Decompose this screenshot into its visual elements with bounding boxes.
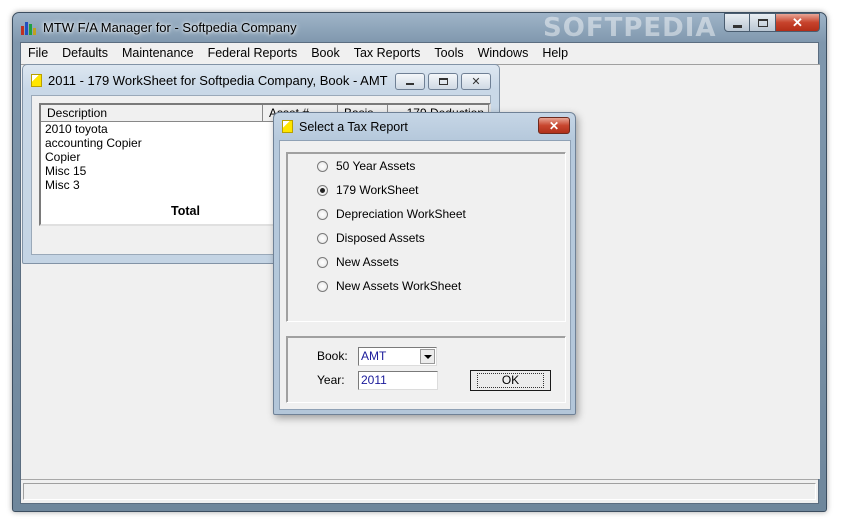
- close-icon: ✕: [548, 118, 560, 133]
- close-icon: ✕: [792, 14, 803, 30]
- book-dropdown-button[interactable]: [420, 349, 435, 364]
- option-depreciation-worksheet[interactable]: Depreciation WorkSheet: [317, 206, 466, 222]
- main-window-title: MTW F/A Manager for - Softpedia Company: [43, 20, 297, 35]
- document-icon: [282, 120, 293, 133]
- minimize-icon: [732, 24, 742, 28]
- menu-tax-reports[interactable]: Tax Reports: [347, 46, 428, 60]
- menu-defaults[interactable]: Defaults: [55, 46, 115, 60]
- option-50-year-assets[interactable]: 50 Year Assets: [317, 158, 415, 174]
- worksheet-title: 2011 - 179 WorkSheet for Softpedia Compa…: [48, 73, 388, 88]
- option-label: Disposed Assets: [336, 231, 425, 245]
- year-input[interactable]: 2011: [358, 371, 438, 390]
- radio-button[interactable]: [317, 256, 328, 268]
- menu-file[interactable]: File: [21, 46, 55, 60]
- option-179-worksheet[interactable]: 179 WorkSheet: [317, 182, 419, 198]
- close-icon: ✕: [471, 76, 481, 88]
- minimize-button[interactable]: [724, 13, 750, 32]
- menu-bar: File Defaults Maintenance Federal Report…: [21, 43, 818, 63]
- chevron-down-icon: [423, 354, 432, 359]
- menu-book[interactable]: Book: [304, 46, 347, 60]
- maximize-button[interactable]: [750, 13, 776, 32]
- radio-button-selected[interactable]: [317, 184, 328, 196]
- worksheet-title-bar[interactable]: 2011 - 179 WorkSheet for Softpedia Compa…: [31, 73, 388, 88]
- book-label: Book:: [317, 349, 348, 363]
- option-label: 179 WorkSheet: [336, 183, 419, 197]
- worksheet-close-button[interactable]: ✕: [461, 73, 491, 90]
- radio-button[interactable]: [317, 280, 328, 292]
- menu-federal-reports[interactable]: Federal Reports: [201, 46, 305, 60]
- worksheet-minimize-button[interactable]: [395, 73, 425, 90]
- close-button[interactable]: ✕: [776, 13, 820, 32]
- option-label: New Assets WorkSheet: [336, 279, 462, 293]
- option-label: Depreciation WorkSheet: [336, 207, 466, 221]
- radio-button[interactable]: [317, 232, 328, 244]
- ok-button[interactable]: OK: [470, 370, 551, 391]
- report-options-group: 50 Year Assets 179 WorkSheet Depreciatio…: [286, 152, 566, 322]
- window-controls: ✕: [724, 13, 820, 33]
- column-header-description[interactable]: Description: [41, 105, 263, 121]
- book-year-group: Book: AMT Year: 2011 OK: [286, 336, 566, 403]
- option-new-assets[interactable]: New Assets: [317, 254, 399, 270]
- dialog-close-button[interactable]: ✕: [538, 117, 570, 134]
- menu-windows[interactable]: Windows: [471, 46, 536, 60]
- book-value: AMT: [361, 349, 387, 363]
- menu-tools[interactable]: Tools: [427, 46, 470, 60]
- radio-button[interactable]: [317, 160, 328, 172]
- worksheet-window-controls: ✕: [395, 73, 491, 90]
- menu-help[interactable]: Help: [535, 46, 575, 60]
- dialog-title-bar[interactable]: Select a Tax Report: [282, 120, 408, 134]
- option-label: New Assets: [336, 255, 399, 269]
- option-disposed-assets[interactable]: Disposed Assets: [317, 230, 425, 246]
- document-icon: [31, 74, 42, 87]
- status-panel: [23, 483, 816, 500]
- year-label: Year:: [317, 373, 345, 387]
- option-new-assets-worksheet[interactable]: New Assets WorkSheet: [317, 278, 461, 294]
- select-tax-report-dialog: Select a Tax Report ✕ 50 Year Assets 179…: [273, 112, 576, 415]
- menu-maintenance[interactable]: Maintenance: [115, 46, 201, 60]
- total-label: Total: [171, 204, 200, 218]
- dialog-title: Select a Tax Report: [299, 120, 408, 134]
- app-icon: [21, 21, 37, 35]
- book-select[interactable]: AMT: [358, 347, 437, 366]
- radio-button[interactable]: [317, 208, 328, 220]
- minimize-icon: [406, 83, 414, 85]
- ok-label: OK: [476, 373, 545, 388]
- maximize-icon: [757, 18, 768, 27]
- restore-icon: [438, 78, 448, 85]
- status-bar: [21, 479, 818, 503]
- worksheet-restore-button[interactable]: [428, 73, 458, 90]
- dialog-body: 50 Year Assets 179 WorkSheet Depreciatio…: [279, 140, 571, 410]
- option-label: 50 Year Assets: [336, 159, 416, 173]
- softpedia-watermark: SOFTPEDIA: [543, 13, 717, 43]
